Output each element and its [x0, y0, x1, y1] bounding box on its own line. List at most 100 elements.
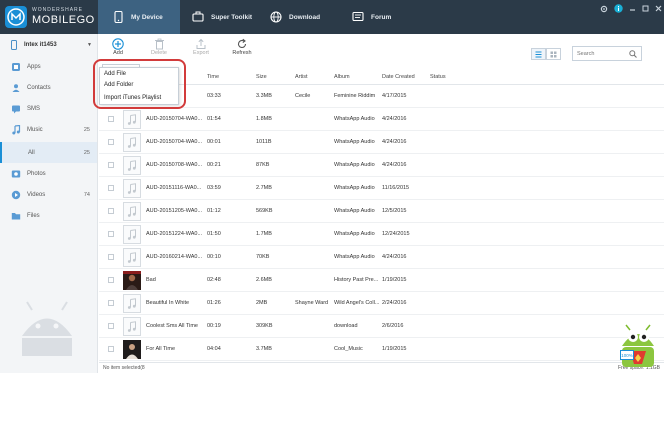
column-size[interactable]: Size [256, 74, 267, 80]
row-album: WhatsApp Audio [334, 116, 375, 122]
row-checkbox[interactable] [108, 139, 114, 145]
column-artist[interactable]: Artist [295, 74, 308, 80]
info-icon[interactable] [614, 4, 623, 15]
row-checkbox[interactable] [108, 116, 114, 122]
sidebar-item-sms[interactable]: SMS [0, 98, 97, 119]
sidebar-item-contacts[interactable]: Contacts [0, 77, 97, 98]
sidebar-item-apps[interactable]: Apps [0, 56, 97, 77]
close-icon[interactable] [655, 5, 662, 14]
grid-view-icon[interactable] [546, 48, 561, 60]
column-date-created[interactable]: Date Created [382, 74, 415, 80]
row-size: 70KB [256, 254, 270, 260]
table-row[interactable]: AUD-20160214-WA0... 00:10 70KB WhatsApp … [99, 246, 664, 269]
device-selector[interactable]: Intex it1453 ▼ [0, 34, 97, 56]
row-date: 2/6/2016 [382, 323, 404, 329]
forum-icon [352, 11, 364, 23]
row-date: 12/5/2015 [382, 208, 407, 214]
row-album: WhatsApp Audio [334, 185, 375, 191]
row-size: 1011B [256, 139, 272, 145]
maximize-icon[interactable] [642, 5, 649, 14]
row-time: 01:54 [207, 116, 221, 122]
apps-icon [11, 62, 21, 72]
row-album: Cool_Music [334, 346, 363, 352]
sidebar-item-photos[interactable]: Photos [0, 163, 97, 184]
column-status[interactable]: Status [430, 74, 446, 80]
row-checkbox[interactable] [108, 254, 114, 260]
add-button[interactable]: Add [103, 37, 133, 56]
music-file-icon [123, 156, 141, 175]
refresh-button[interactable]: Refresh [227, 37, 257, 56]
row-name: AUD-20150704-WA0... [146, 139, 203, 145]
album-art-image [123, 340, 141, 359]
sidebar-item-all[interactable]: All 25 [0, 142, 97, 163]
brand-line1: WONDERSHARE [32, 7, 84, 13]
table-row[interactable]: AUD-20150704-WA0... 00:01 1011B WhatsApp… [99, 131, 664, 154]
delete-button[interactable]: Delete [144, 37, 174, 56]
chevron-down-icon: ▼ [87, 42, 92, 48]
row-checkbox[interactable] [108, 208, 114, 214]
sidebar-item-videos[interactable]: Videos 74 [0, 184, 97, 205]
sidebar-item-music[interactable]: Music 25 [0, 119, 97, 140]
column-album[interactable]: Album [334, 74, 350, 80]
table-row[interactable]: Beautiful In White 01:26 2MB Shayne Ward… [99, 292, 664, 315]
row-album: download [334, 323, 358, 329]
tab-my-device[interactable]: My Device [98, 0, 180, 34]
row-date: 4/24/2016 [382, 254, 407, 260]
table-row[interactable]: AUD-20150708-WA0... 00:21 87KB WhatsApp … [99, 154, 664, 177]
row-size: 1.7MB [256, 231, 272, 237]
row-checkbox[interactable] [108, 346, 114, 352]
table-row[interactable]: AUD-20151224-WA0... 01:50 1.7MB WhatsApp… [99, 223, 664, 246]
delete-label: Delete [151, 50, 167, 56]
row-album: WhatsApp Audio [334, 139, 375, 145]
table-row[interactable]: Coolest Sms All Time 00:19 309KB downloa… [99, 315, 664, 338]
row-date: 4/24/2016 [382, 139, 407, 145]
sidebar-item-videos-count: 74 [83, 191, 90, 198]
music-file-icon [123, 133, 141, 152]
row-date: 4/24/2016 [382, 162, 407, 168]
sidebar-item-files[interactable]: Files [0, 205, 97, 226]
row-name: Beautiful In White [146, 300, 190, 306]
table-row[interactable]: AUD-20151116-WA0... 03:59 2.7MB WhatsApp… [99, 177, 664, 200]
tab-forum-label: Forum [371, 13, 392, 21]
settings-icon[interactable] [600, 5, 608, 15]
row-date: 1/19/2015 [382, 277, 407, 283]
table-row[interactable]: AUD-20151205-WA0... 01:12 569KB WhatsApp… [99, 200, 664, 223]
row-checkbox[interactable] [108, 300, 114, 306]
row-checkbox[interactable] [108, 185, 114, 191]
row-checkbox[interactable] [108, 231, 114, 237]
row-date: 1/19/2015 [382, 346, 407, 352]
android-mascot-icon[interactable] [616, 324, 660, 372]
music-file-icon [123, 294, 141, 313]
sms-icon [11, 104, 21, 114]
search-icon[interactable] [629, 50, 637, 60]
toolkit-icon [192, 11, 204, 23]
export-button[interactable]: Export [186, 37, 216, 56]
row-album: WhatsApp Audio [334, 254, 375, 260]
row-checkbox[interactable] [108, 323, 114, 329]
sidebar-item-contacts-label: Contacts [27, 84, 51, 91]
list-view-icon[interactable] [531, 48, 546, 60]
row-album: WhatsApp Audio [334, 162, 375, 168]
tab-forum[interactable]: Forum [344, 0, 426, 34]
row-checkbox[interactable] [108, 277, 114, 283]
refresh-label: Refresh [232, 50, 252, 56]
red-highlight-annotation [93, 59, 186, 109]
row-checkbox[interactable] [108, 162, 114, 168]
tab-super-toolkit-label: Super Toolkit [211, 13, 253, 21]
table-row[interactable]: AUD-20150704-WA0... 01:54 1.8MB WhatsApp… [99, 108, 664, 131]
search-input[interactable] [577, 50, 629, 57]
view-toggle [531, 48, 561, 60]
table-row[interactable]: For All Time 04:04 3.7MB Cool_Music 1/19… [99, 338, 664, 361]
table-row[interactable]: Bad 02:48 2.6MB History Past Pre... 1/19… [99, 269, 664, 292]
row-name: AUD-20150708-WA0... [146, 162, 203, 168]
row-time: 00:10 [207, 254, 221, 260]
column-time[interactable]: Time [207, 74, 219, 80]
tab-download[interactable]: Download [262, 0, 344, 34]
status-bar: No item selected(8 Free space: 1.1GB [99, 362, 664, 373]
minimize-icon[interactable] [629, 5, 636, 14]
status-selection: No item selected(8 [103, 365, 145, 371]
device-phone-icon [11, 40, 17, 50]
row-size: 2MB [256, 300, 268, 306]
row-size: 3.3MB [256, 93, 272, 99]
tab-super-toolkit[interactable]: Super Toolkit [180, 0, 262, 34]
